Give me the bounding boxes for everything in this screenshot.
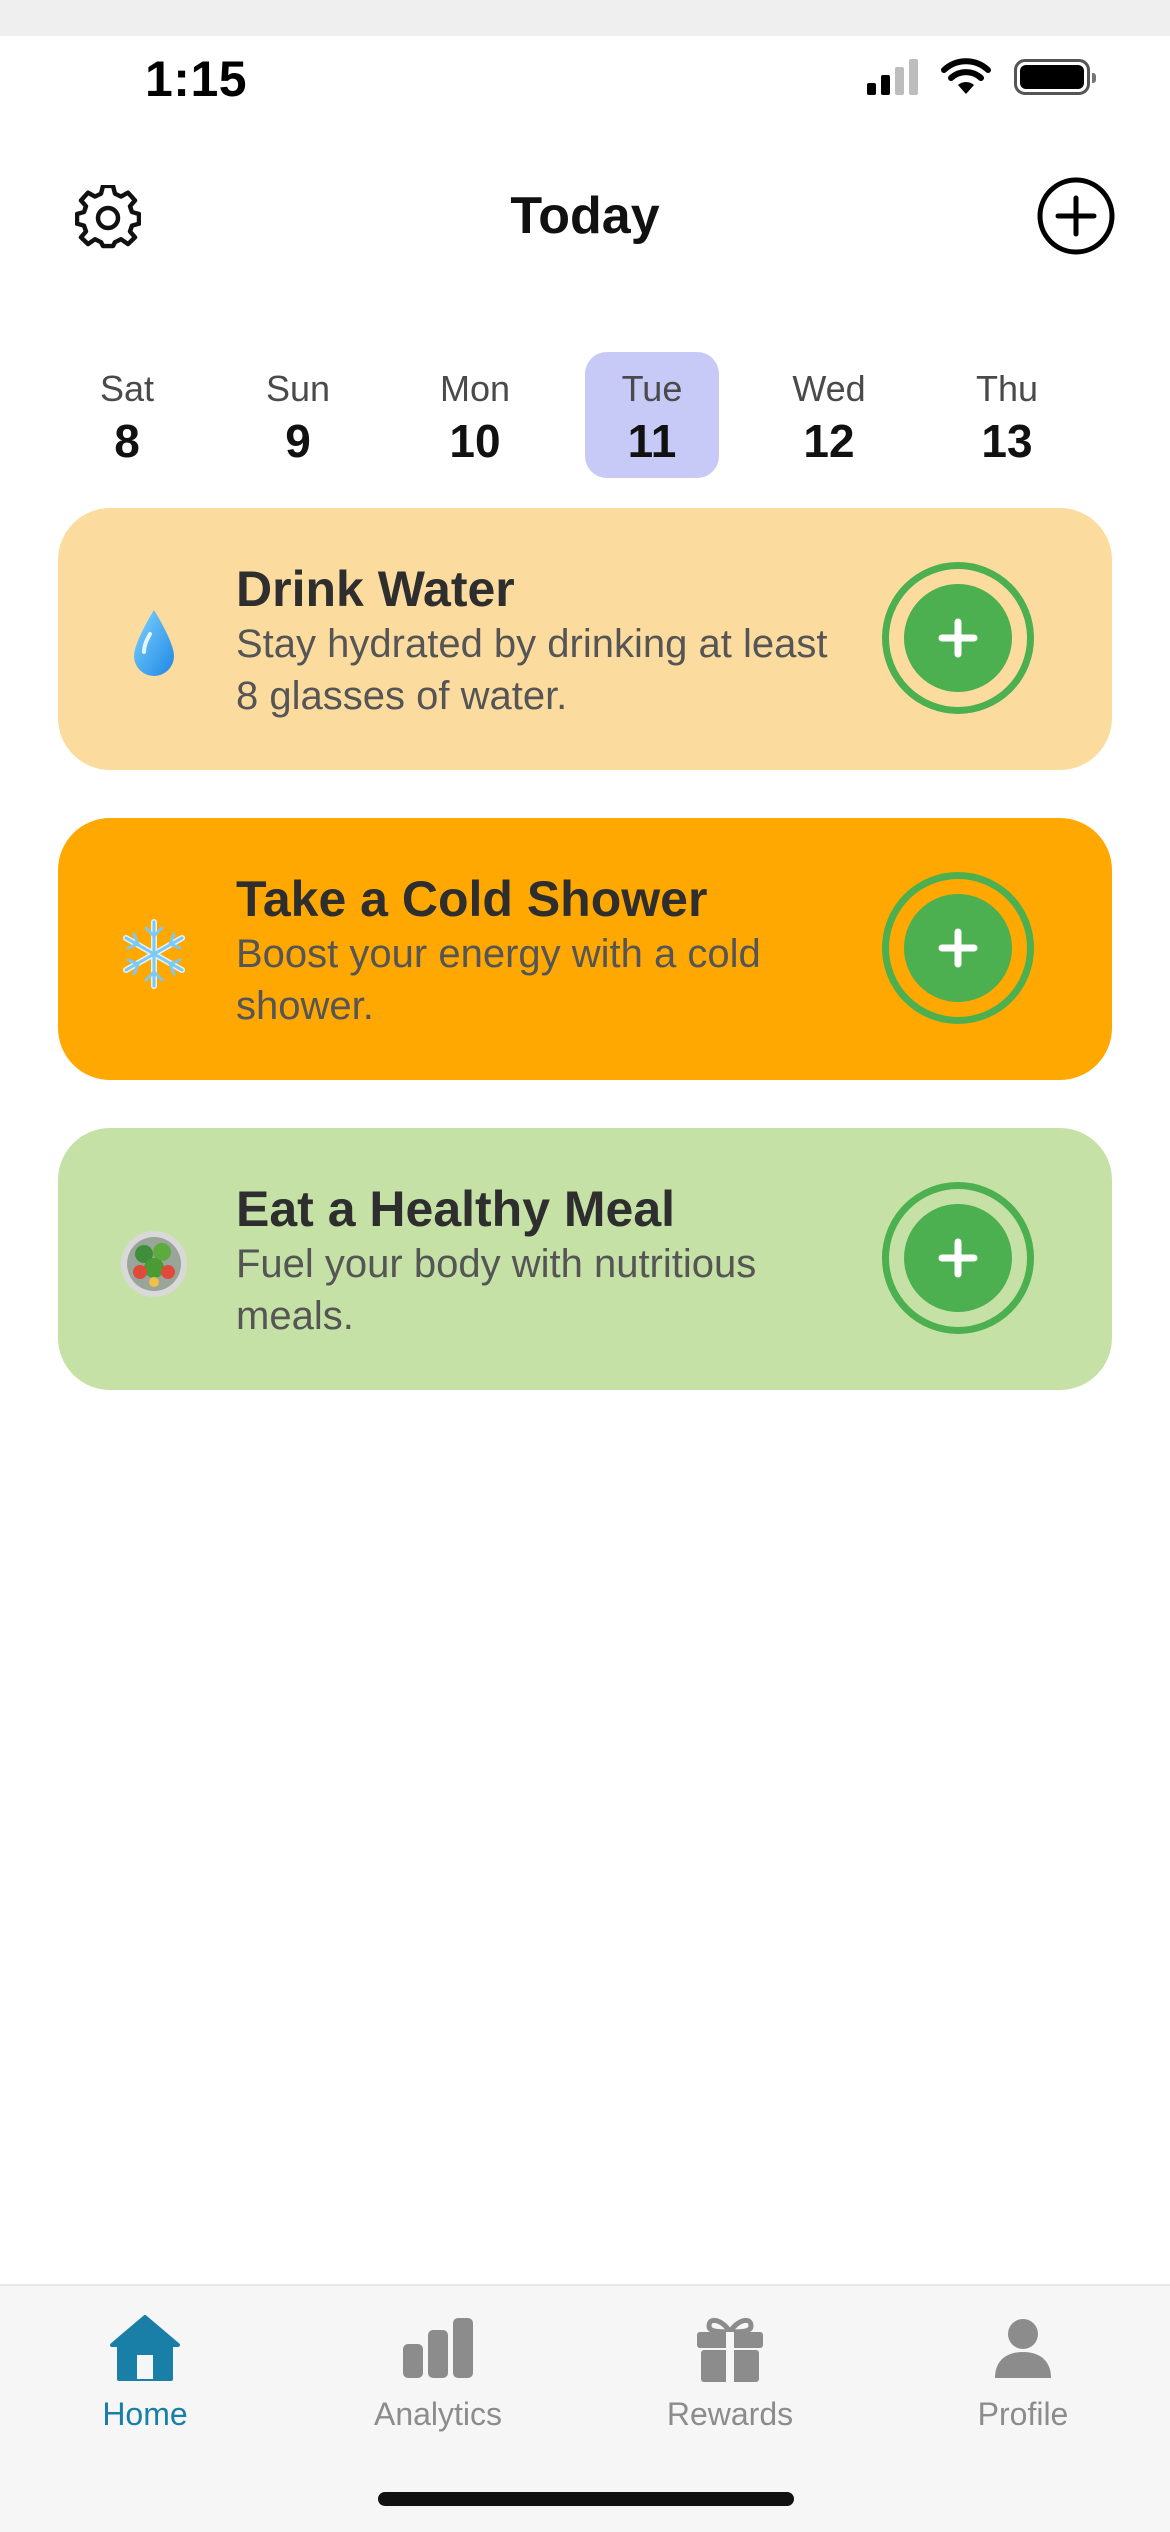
tab-label: Rewards	[666, 2396, 794, 2432]
day-number: 12	[803, 415, 855, 467]
wifi-icon	[941, 58, 991, 94]
day-name: Sat	[99, 368, 155, 409]
bar-chart-icon	[398, 2310, 478, 2386]
tab-label: Home	[102, 2396, 188, 2432]
habit-description: Stay hydrated by drinking at least 8 gla…	[236, 622, 828, 718]
tab-analytics[interactable]: Analytics	[338, 2310, 538, 2460]
day-number: 9	[285, 415, 311, 467]
status-bar: 1:15	[0, 36, 1170, 116]
tab-home[interactable]: Home	[45, 2310, 245, 2460]
home-indicator	[378, 2492, 794, 2506]
cellular-signal-icon	[867, 59, 918, 95]
person-icon	[983, 2310, 1063, 2386]
day-name: Sun	[265, 368, 331, 409]
app-screen: 1:15 Today Sat 8 Sun 9 Mon 10 Tue 11 Wed…	[0, 0, 1170, 2532]
day-thu[interactable]: Thu 13	[940, 352, 1074, 478]
day-number: 11	[627, 415, 677, 467]
tab-label: Profile	[977, 2396, 1069, 2432]
header: Today	[0, 160, 1170, 270]
plus-icon	[904, 584, 1012, 692]
day-wed[interactable]: Wed 12	[762, 352, 896, 478]
day-name: Tue	[621, 368, 683, 409]
day-name: Mon	[439, 368, 511, 409]
status-time: 1:15	[145, 51, 248, 107]
habit-title: Take a Cold Shower	[236, 871, 708, 927]
tab-rewards[interactable]: Rewards	[630, 2310, 830, 2460]
home-icon	[105, 2310, 185, 2386]
battery-icon	[1014, 59, 1096, 95]
habit-title: Eat a Healthy Meal	[236, 1181, 676, 1237]
habit-card-cold-shower[interactable]: Take a Cold Shower Boost your energy wit…	[58, 818, 1112, 1080]
habit-card-healthy-meal[interactable]: Eat a Healthy Meal Fuel your body with n…	[58, 1128, 1112, 1390]
day-number: 10	[449, 415, 501, 467]
complete-habit-button[interactable]	[882, 562, 1034, 714]
snowflake-icon	[114, 914, 194, 994]
top-strip	[0, 0, 1170, 36]
water-drop-icon	[114, 604, 194, 684]
day-tue[interactable]: Tue 11	[585, 352, 719, 478]
salad-icon	[114, 1224, 194, 1304]
day-sun[interactable]: Sun 9	[231, 352, 365, 478]
complete-habit-button[interactable]	[882, 1182, 1034, 1334]
plus-icon	[904, 1204, 1012, 1312]
plus-icon	[904, 894, 1012, 1002]
gift-icon	[690, 2310, 770, 2386]
habit-description: Fuel your body with nutritious meals.	[236, 1242, 757, 1338]
date-strip: Sat 8 Sun 9 Mon 10 Tue 11 Wed 12 Thu 13	[60, 352, 1110, 480]
habit-card-drink-water[interactable]: Drink Water Stay hydrated by drinking at…	[58, 508, 1112, 770]
day-number: 13	[981, 415, 1033, 467]
habit-title: Drink Water	[236, 561, 515, 617]
status-icons	[867, 58, 1096, 96]
add-habit-button[interactable]	[1034, 174, 1118, 258]
habit-description: Boost your energy with a cold shower.	[236, 932, 761, 1028]
plus-circle-icon	[1037, 177, 1115, 255]
day-number: 8	[114, 415, 140, 467]
tab-profile[interactable]: Profile	[923, 2310, 1123, 2460]
day-mon[interactable]: Mon 10	[408, 352, 542, 478]
day-sat[interactable]: Sat 8	[60, 352, 194, 478]
day-name: Wed	[792, 368, 866, 409]
complete-habit-button[interactable]	[882, 872, 1034, 1024]
page-title: Today	[510, 187, 660, 245]
tab-label: Analytics	[373, 2396, 503, 2432]
day-name: Thu	[975, 368, 1039, 409]
